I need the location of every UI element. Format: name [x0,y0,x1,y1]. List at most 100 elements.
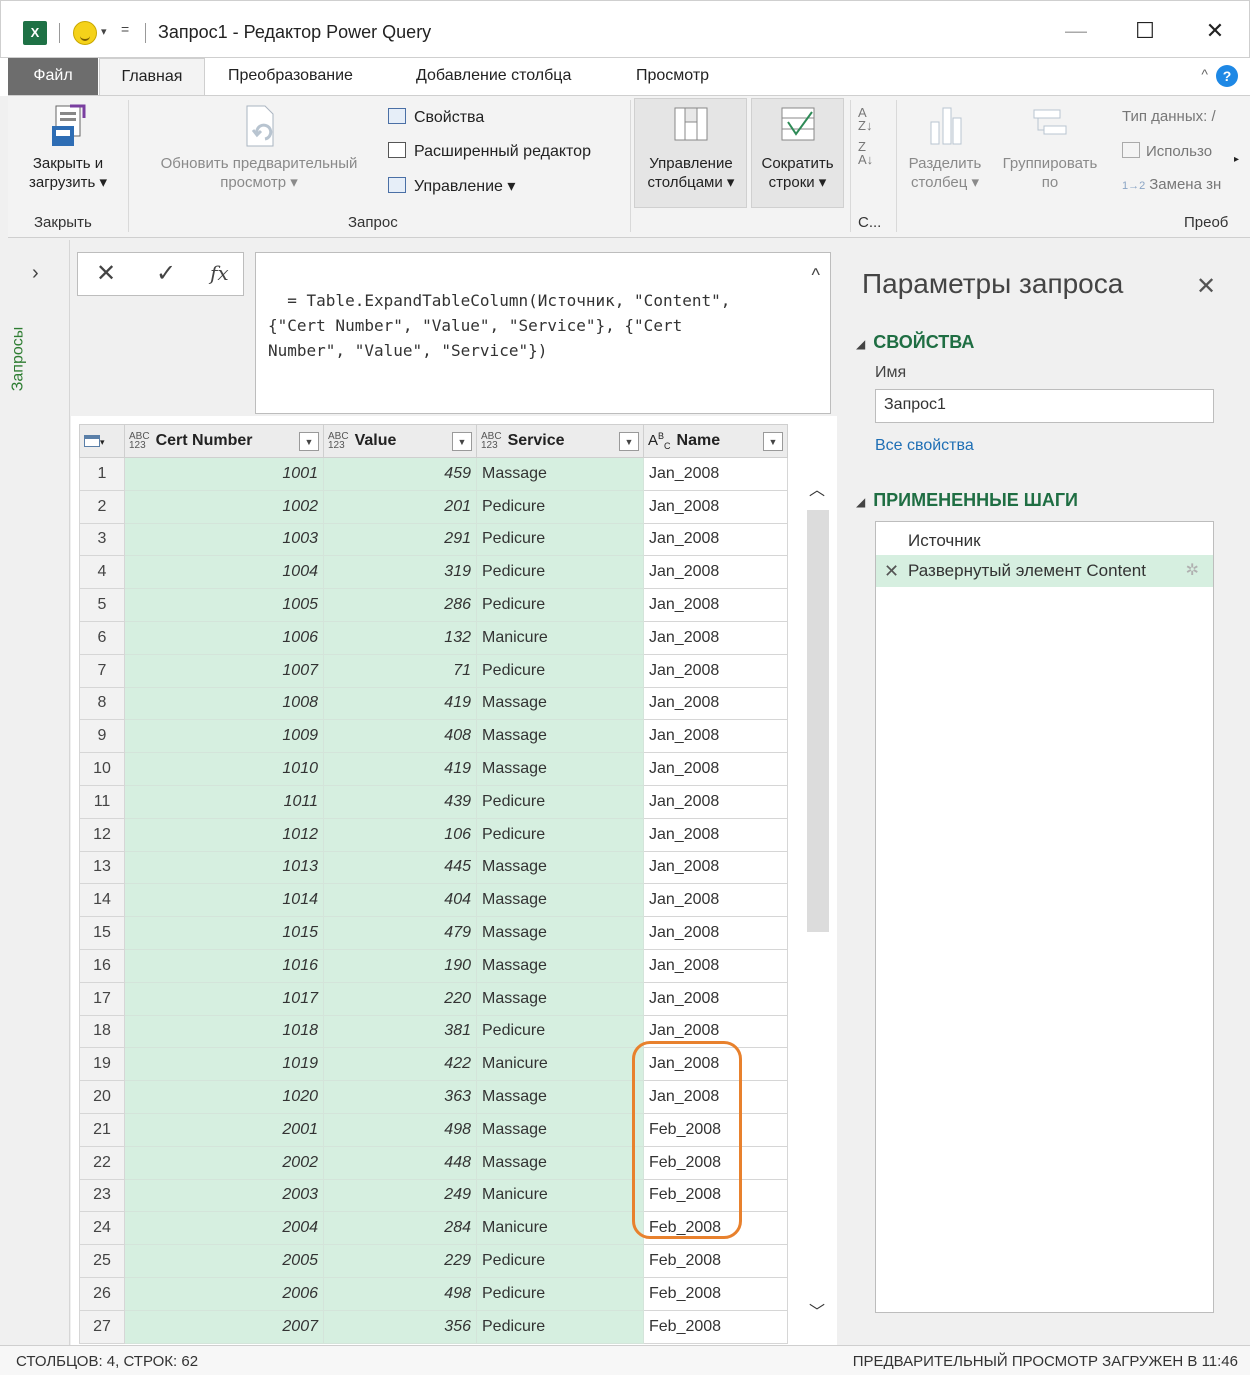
tab-transform[interactable]: Преобразование [212,58,369,96]
service-cell[interactable]: Massage [476,457,644,491]
table-corner-menu[interactable]: ▾ [79,424,125,458]
table-row[interactable]: 25 2005 229 Pedicure Feb_2008 [79,1244,788,1278]
cert-number-cell[interactable]: 1009 [124,719,324,754]
tab-add-column[interactable]: Добавление столбца [400,58,587,96]
value-cell[interactable]: 439 [323,784,477,819]
collapse-ribbon-icon[interactable]: ^ [1201,66,1208,82]
help-icon[interactable]: ? [1216,65,1238,87]
table-row[interactable]: 24 2004 284 Manicure Feb_2008 [79,1211,788,1246]
service-cell[interactable]: Massage [476,850,644,885]
scroll-down-icon[interactable]: ﹀ [809,1298,825,1322]
table-row[interactable]: 16 1016 190 Massage Jan_2008 [79,948,788,983]
row-number[interactable]: 21 [79,1112,125,1147]
service-cell[interactable]: Pedicure [476,1244,644,1278]
value-cell[interactable]: 249 [323,1178,477,1213]
name-cell[interactable]: Jan_2008 [643,489,788,524]
name-cell[interactable]: Jan_2008 [643,1080,788,1114]
value-cell[interactable]: 404 [323,883,477,918]
value-cell[interactable]: 190 [323,948,477,983]
advanced-editor-button[interactable]: Расширенный редактор [388,142,591,161]
scroll-up-icon[interactable]: ︿ [809,476,825,500]
row-number[interactable]: 4 [79,555,125,590]
value-cell[interactable]: 220 [323,981,477,1016]
cert-number-cell[interactable]: 1004 [124,555,324,590]
cert-number-cell[interactable]: 2004 [124,1211,324,1246]
service-cell[interactable]: Manicure [476,620,644,655]
filter-dropdown-icon[interactable]: ▼ [619,432,639,451]
quick-access-dropdown-icon[interactable]: ▾ [101,25,107,38]
service-cell[interactable]: Pedicure [476,817,644,852]
row-number[interactable]: 5 [79,588,125,622]
row-number[interactable]: 26 [79,1276,125,1311]
row-number[interactable]: 9 [79,719,125,754]
row-number[interactable]: 1 [79,457,125,491]
value-cell[interactable]: 291 [323,522,477,557]
table-row[interactable]: 22 2002 448 Massage Feb_2008 [79,1145,788,1180]
column-header-cert-number[interactable]: ABC 123 Cert Number ▼ [124,424,324,458]
data-type-dropdown[interactable]: Тип данных: / [1122,108,1216,125]
cert-number-cell[interactable]: 1010 [124,752,324,786]
table-row[interactable]: 13 1013 445 Massage Jan_2008 [79,850,788,885]
service-cell[interactable]: Massage [476,981,644,1016]
value-cell[interactable]: 106 [323,817,477,852]
row-number[interactable]: 8 [79,686,125,721]
table-row[interactable]: 8 1008 419 Massage Jan_2008 [79,686,788,721]
service-cell[interactable]: Massage [476,1112,644,1147]
row-number[interactable]: 11 [79,784,125,819]
value-cell[interactable]: 201 [323,489,477,524]
all-properties-link[interactable]: Все свойства [875,437,974,455]
name-cell[interactable]: Jan_2008 [643,784,788,819]
value-cell[interactable]: 356 [323,1309,477,1344]
name-cell[interactable]: Jan_2008 [643,817,788,852]
cert-number-cell[interactable]: 1012 [124,817,324,852]
column-header-name[interactable]: ABC Name ▼ [643,424,788,458]
value-cell[interactable]: 286 [323,588,477,622]
table-row[interactable]: 21 2001 498 Massage Feb_2008 [79,1112,788,1147]
customize-toolbar-icon[interactable]: = [121,21,129,37]
properties-button[interactable]: Свойства [388,108,484,127]
cert-number-cell[interactable]: 1005 [124,588,324,622]
name-cell[interactable]: Jan_2008 [643,1047,788,1082]
cert-number-cell[interactable]: 1018 [124,1014,324,1049]
name-cell[interactable]: Jan_2008 [643,620,788,655]
name-cell[interactable]: Jan_2008 [643,1014,788,1049]
cert-number-cell[interactable]: 1019 [124,1047,324,1082]
tab-home[interactable]: Главная [99,58,205,96]
service-cell[interactable]: Massage [476,752,644,786]
service-cell[interactable]: Massage [476,883,644,918]
name-cell[interactable]: Jan_2008 [643,653,788,688]
cert-number-cell[interactable]: 1001 [124,457,324,491]
tab-file[interactable]: Файл [8,58,98,96]
value-cell[interactable]: 132 [323,620,477,655]
name-cell[interactable]: Jan_2008 [643,686,788,721]
row-number[interactable]: 10 [79,752,125,786]
manage-columns-button[interactable]: Управление столбцами ▾ [636,104,746,192]
name-cell[interactable]: Jan_2008 [643,850,788,885]
cert-number-cell[interactable]: 1011 [124,784,324,819]
row-number[interactable]: 24 [79,1211,125,1246]
service-cell[interactable]: Massage [476,916,644,950]
service-cell[interactable]: Pedicure [476,1014,644,1049]
service-cell[interactable]: Pedicure [476,489,644,524]
cancel-formula-icon[interactable]: ✕ [96,259,116,288]
smile-feedback-icon[interactable] [73,21,97,45]
close-pane-icon[interactable]: ✕ [1196,272,1216,301]
table-row[interactable]: 26 2006 498 Pedicure Feb_2008 [79,1276,788,1311]
row-number[interactable]: 13 [79,850,125,885]
query-name-input[interactable]: Запрос1 [875,389,1214,423]
service-cell[interactable]: Manicure [476,1211,644,1246]
row-number[interactable]: 7 [79,653,125,688]
name-cell[interactable]: Feb_2008 [643,1112,788,1147]
table-row[interactable]: 3 1003 291 Pedicure Jan_2008 [79,522,788,557]
service-cell[interactable]: Massage [476,1145,644,1180]
service-cell[interactable]: Pedicure [476,1276,644,1311]
delete-step-icon[interactable]: ✕ [884,555,899,587]
name-cell[interactable]: Jan_2008 [643,588,788,622]
formula-bar[interactable]: = Table.ExpandTableColumn(Источник, "Con… [255,252,831,414]
excel-icon[interactable]: X [23,21,47,45]
row-number[interactable]: 22 [79,1145,125,1180]
maximize-button[interactable]: ☐ [1125,13,1165,49]
value-cell[interactable]: 71 [323,653,477,688]
service-cell[interactable]: Manicure [476,1178,644,1213]
cert-number-cell[interactable]: 2007 [124,1309,324,1344]
